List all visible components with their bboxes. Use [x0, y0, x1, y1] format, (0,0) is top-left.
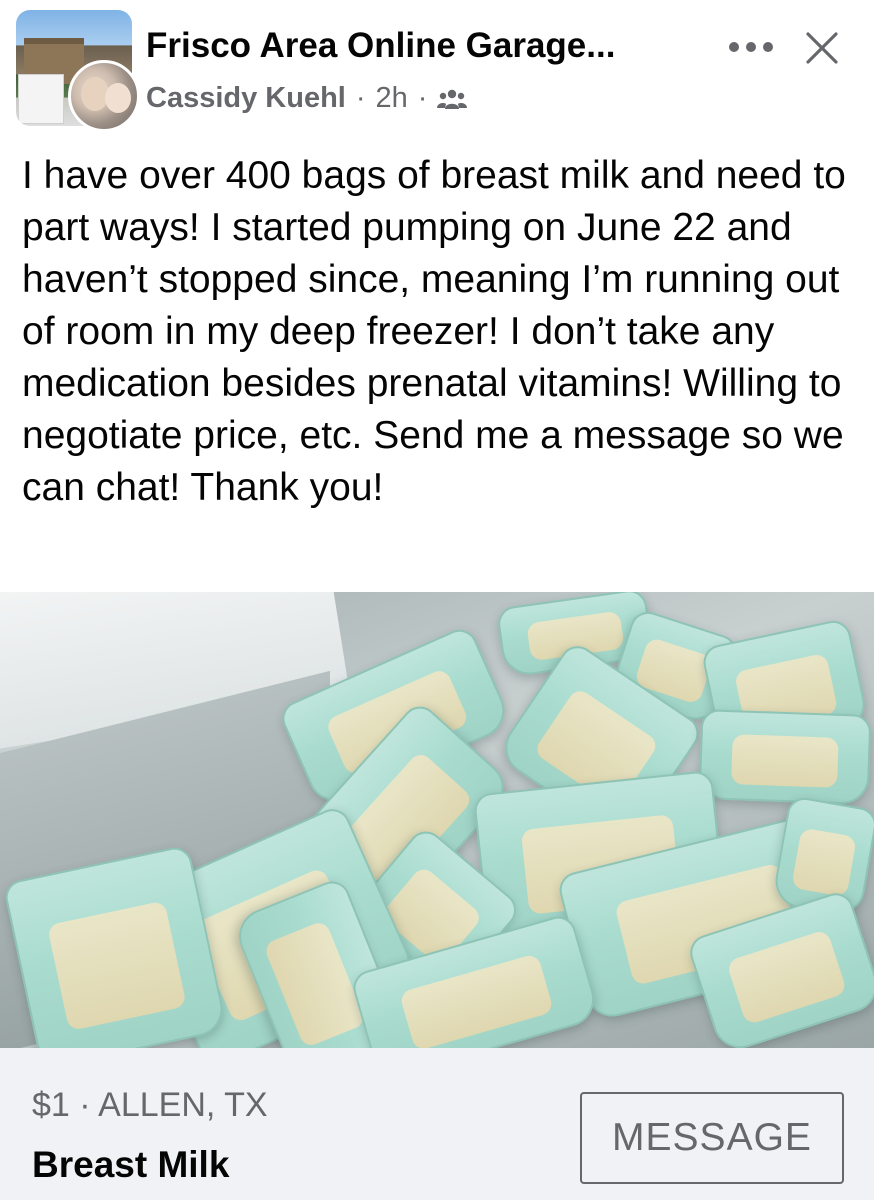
group-name-link[interactable]: Frisco Area Online Garage...: [146, 26, 706, 66]
meta-separator: ·: [417, 82, 428, 114]
listing-footer: $1 · ALLEN, TX Breast Milk MESSAGE: [0, 1048, 874, 1200]
more-options-icon[interactable]: [726, 34, 776, 60]
listing-photo[interactable]: [0, 592, 874, 1048]
milk-bag: [698, 709, 872, 805]
close-icon[interactable]: [802, 28, 842, 68]
post-meta: Cassidy Kuehl · 2h ·: [146, 82, 468, 115]
avatar-face: [105, 83, 131, 113]
post-header: Frisco Area Online Garage... Cassidy Kue…: [0, 0, 874, 140]
listing-title[interactable]: Breast Milk: [32, 1144, 229, 1186]
message-button[interactable]: MESSAGE: [580, 1092, 844, 1184]
author-name-link[interactable]: Cassidy Kuehl: [146, 82, 346, 115]
post-body-text: I have over 400 bags of breast milk and …: [22, 154, 846, 509]
group-audience-icon: [437, 89, 468, 109]
post-time[interactable]: 2h: [376, 82, 408, 115]
meta-separator: ·: [355, 82, 366, 114]
author-avatar[interactable]: [68, 60, 140, 132]
listing-price-location: $1 · ALLEN, TX: [32, 1086, 268, 1124]
van-image: [18, 74, 64, 124]
